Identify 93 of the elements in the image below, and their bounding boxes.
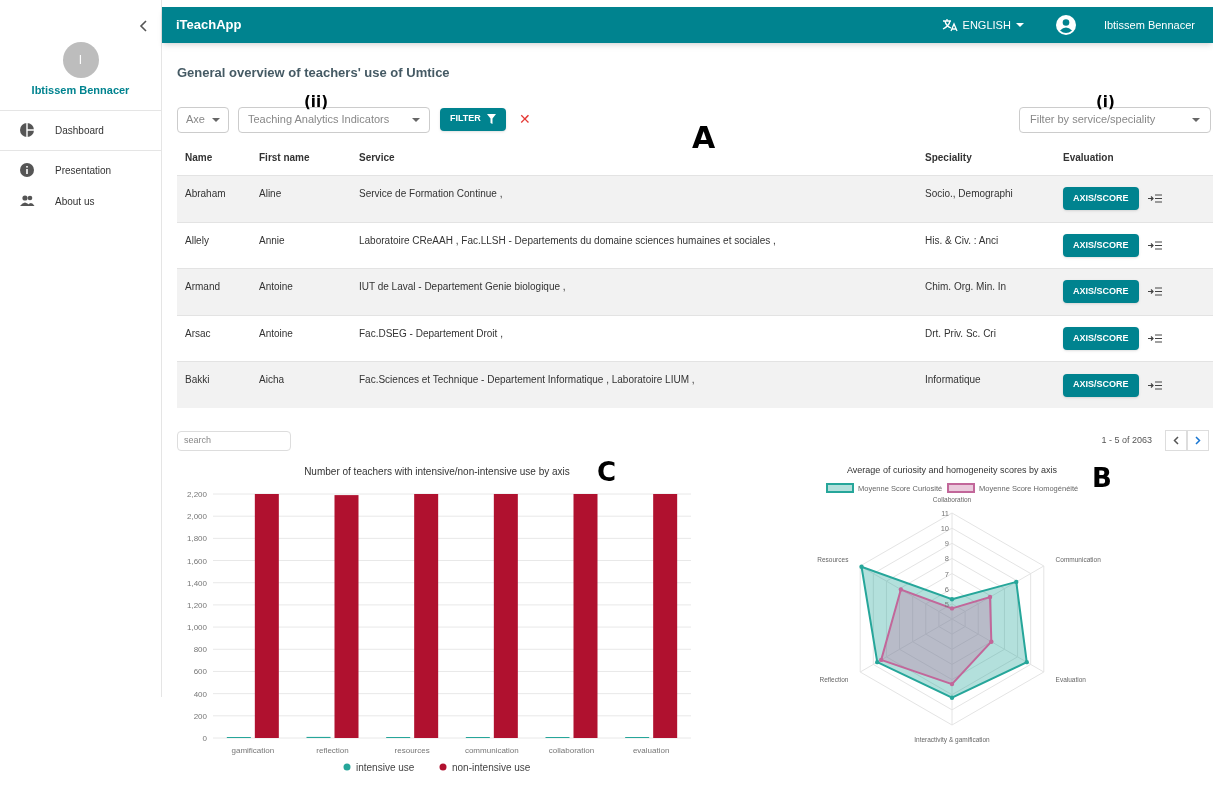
- table-cell: Laboratoire CReAAH , Fac.LLSH - Departements du domaine sciences humaines et sociales ,: [359, 234, 776, 246]
- app-title: iTeachApp: [176, 16, 242, 35]
- chart-title: Average of curiosity and homogeneity scores by axis: [847, 465, 1057, 475]
- expand-list-icon[interactable]: [1147, 194, 1162, 204]
- axis-tick-label: 400: [193, 689, 207, 699]
- column-header: First name: [259, 152, 310, 164]
- expand-list-icon[interactable]: [1147, 380, 1162, 390]
- axis-tick-label: 1,000: [186, 623, 207, 633]
- table-cell: Aline: [259, 188, 282, 199]
- chevron-right-icon: [1195, 436, 1201, 445]
- column-header: Service: [359, 152, 395, 164]
- table-cell: IUT de Laval - Departement Genie biologique ,: [359, 281, 566, 292]
- pie-chart-icon: [19, 122, 35, 138]
- chart-title: Number of teachers with intensive/non-intensive use by axis: [304, 466, 570, 477]
- previous-page-button[interactable]: [1165, 430, 1187, 451]
- pagination-text: 1 - 5 of 2063: [1101, 433, 1152, 447]
- chevron-left-icon: [1173, 436, 1179, 445]
- axis-tick-label: 2,000: [186, 512, 207, 522]
- column-header: Evaluation: [1063, 152, 1114, 164]
- table-cell: Aicha: [259, 374, 284, 385]
- legend-label: intensive use: [356, 762, 415, 773]
- axis-category-label: resources: [394, 746, 430, 755]
- column-header: Speciality: [925, 152, 972, 164]
- search-input: search: [184, 433, 284, 448]
- axis-category-label: collaboration: [548, 746, 595, 755]
- translate-icon: [941, 18, 958, 33]
- axis-category-label: evaluation: [632, 746, 670, 755]
- table-cell: Fac.DSEG - Departement Droit ,: [359, 327, 503, 339]
- axis-tick-label: 2,200: [186, 490, 207, 499]
- axis-tick-label: 200: [193, 711, 207, 721]
- sidebar-item[interactable]: About us: [0, 185, 161, 217]
- table-cell: Arsac: [185, 327, 211, 339]
- clear-filter-button[interactable]: ✕: [518, 111, 531, 126]
- sidebar-item[interactable]: Dashboard: [0, 109, 161, 151]
- expand-list-icon[interactable]: [1147, 287, 1162, 297]
- table-cell: Fac.Sciences et Technique - Departement Informatique , Laboratoire LIUM ,: [359, 374, 695, 385]
- axis-score-button[interactable]: AXIS/SCORE: [1063, 373, 1139, 397]
- legend-swatch: [947, 483, 975, 493]
- axis-score-button[interactable]: AXIS/SCORE: [1063, 233, 1139, 257]
- table-cell: Allely: [185, 234, 209, 246]
- language-menu[interactable]: ENGLISH: [941, 16, 1024, 34]
- table-cell: Socio., Demographi: [925, 188, 1013, 199]
- sidebar-item[interactable]: Presentation: [0, 154, 161, 186]
- table-cell: Informatique: [925, 374, 981, 385]
- annotation-label: C: [597, 459, 617, 485]
- annotation-label: B: [1092, 465, 1112, 491]
- axis-tick-label: 800: [193, 645, 207, 655]
- expand-list-icon[interactable]: [1147, 240, 1162, 250]
- user-name: Ibtissem Bennacer: [31, 83, 130, 98]
- axis-category-label: gamification: [231, 746, 275, 755]
- axis-score-button[interactable]: AXIS/SCORE: [1063, 280, 1139, 304]
- axis-score-button[interactable]: AXIS/SCORE: [1063, 326, 1139, 350]
- table-cell: Antoine: [259, 327, 293, 339]
- collapse-chevron-icon[interactable]: [139, 20, 147, 32]
- axe-select[interactable]: Axe: [177, 106, 229, 133]
- filter-button[interactable]: FILTER: [440, 107, 506, 131]
- axis-tick-label: 600: [193, 667, 207, 677]
- axis-tick-label: 1,200: [186, 600, 207, 610]
- axis-category-label: reflection: [316, 746, 349, 755]
- legend-swatch: [826, 483, 854, 493]
- axis-score-button[interactable]: AXIS/SCORE: [1063, 187, 1139, 211]
- info-icon: [19, 162, 35, 178]
- axis-tick-label: 1,400: [186, 578, 207, 588]
- table-cell: Annie: [259, 234, 285, 246]
- axis-tick-label: 1,800: [186, 534, 207, 544]
- legend-label: non-intensive use: [452, 762, 531, 773]
- caret-icon: [212, 117, 220, 122]
- annotation-label: A: [692, 122, 716, 153]
- avatar: I: [62, 42, 99, 78]
- table-cell: Chim. Org. Min. In: [925, 281, 1007, 292]
- legend-marker: [343, 763, 351, 771]
- legend-marker: [439, 763, 447, 771]
- search-field[interactable]: search: [177, 430, 291, 451]
- table-cell: Drt. Priv. Sc. Cri: [925, 327, 996, 339]
- column-header: Name: [185, 152, 213, 164]
- table-cell: Abraham: [185, 188, 226, 199]
- table-cell: Service de Formation Continue ,: [359, 188, 503, 199]
- axis-tick-label: 0: [202, 734, 207, 743]
- people-icon: [19, 193, 35, 209]
- caret-icon: [1015, 23, 1024, 28]
- filter-icon: [486, 114, 496, 124]
- expand-list-icon[interactable]: [1147, 333, 1162, 343]
- account-icon[interactable]: [1055, 15, 1076, 36]
- table-cell: Armand: [185, 281, 220, 292]
- axis-category-label: communication: [464, 746, 519, 755]
- page-title: General overview of teachers' use of Umtice: [177, 64, 451, 82]
- caret-icon: [1192, 117, 1200, 122]
- caret-icon: [412, 117, 420, 122]
- table-cell: Antoine: [259, 281, 293, 292]
- table-cell: Bakki: [185, 374, 210, 385]
- user-name: Ibtissem Bennacer: [1103, 17, 1195, 33]
- table-cell: His. & Civ. : Anci: [925, 234, 999, 246]
- axis-tick-label: 1,600: [186, 556, 207, 566]
